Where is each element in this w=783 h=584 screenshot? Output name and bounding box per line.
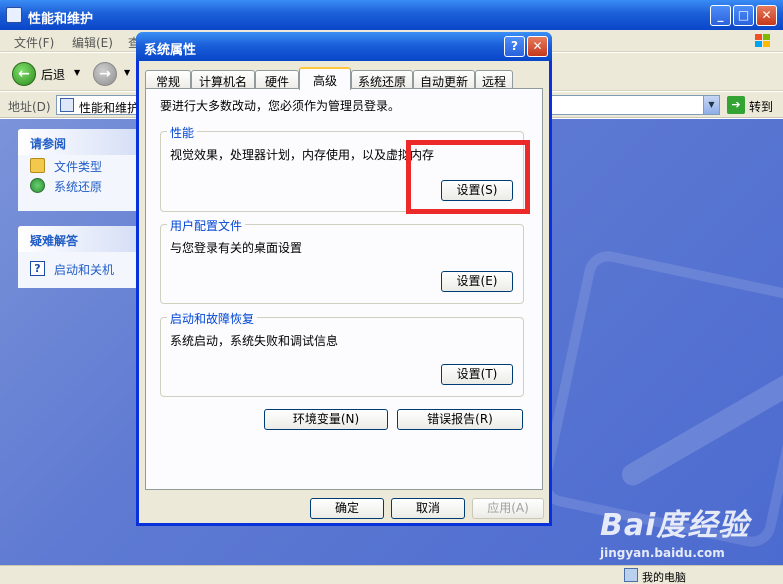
tab-general[interactable]: 常规 bbox=[145, 70, 191, 89]
status-bar: 我的电脑 bbox=[0, 565, 783, 584]
tab-remote[interactable]: 远程 bbox=[475, 70, 513, 89]
sidebar-item-label: 启动和关机 bbox=[54, 263, 115, 277]
ok-button[interactable]: 确定 bbox=[310, 498, 384, 519]
startup-recovery-settings-button[interactable]: 设置(T) bbox=[441, 364, 513, 385]
status-text: 我的电脑 bbox=[642, 571, 686, 584]
window-app-icon bbox=[6, 7, 22, 23]
windows-logo-icon bbox=[755, 34, 770, 47]
forward-arrow-icon[interactable]: → bbox=[93, 62, 117, 86]
tab-auto-update[interactable]: 自动更新 bbox=[413, 70, 475, 89]
address-label: 地址(D) bbox=[8, 100, 51, 114]
system-properties-dialog: 系统属性 ? ✕ 常规 计算机名 硬件 高级 系统还原 自动更新 远程 要进行大… bbox=[136, 32, 552, 526]
address-dropdown-icon[interactable]: ▼ bbox=[703, 96, 719, 114]
startup-recovery-group: 启动和故障恢复 系统启动，系统失败和调试信息 设置(T) bbox=[160, 310, 524, 397]
group-description: 视觉效果，处理器计划，内存使用，以及虚拟内存 bbox=[170, 148, 435, 162]
sidebar-item-startup-shutdown[interactable]: ? 启动和关机 bbox=[18, 258, 136, 278]
group-description: 与您登录有关的桌面设置 bbox=[170, 241, 303, 255]
group-label: 用户配置文件 bbox=[167, 217, 246, 234]
admin-note: 要进行大多数改动，您必须作为管理员登录。 bbox=[160, 99, 401, 113]
tab-computer-name[interactable]: 计算机名 bbox=[191, 70, 255, 89]
tab-system-restore[interactable]: 系统还原 bbox=[351, 70, 413, 89]
sidebar-item-file-types[interactable]: 文件类型 bbox=[18, 155, 136, 175]
computer-icon bbox=[624, 568, 638, 582]
watermark-url: jingyan.baidu.com bbox=[600, 546, 725, 560]
baidu-watermark: Bai度经验 jingyan.baidu.com bbox=[600, 500, 749, 560]
watermark-brand: Bai度经验 bbox=[600, 508, 750, 543]
dialog-titlebar: 系统属性 ? ✕ bbox=[136, 32, 552, 61]
error-reporting-button[interactable]: 错误报告(R) bbox=[397, 409, 523, 430]
window-titlebar: 性能和维护 _ □ ✕ bbox=[0, 0, 783, 30]
help-button[interactable]: ? bbox=[504, 36, 525, 57]
go-arrow-icon[interactable]: ➔ bbox=[727, 96, 745, 114]
dialog-title: 系统属性 bbox=[144, 43, 197, 58]
group-label: 启动和故障恢复 bbox=[167, 310, 258, 327]
sidebar-item-label: 文件类型 bbox=[54, 160, 103, 174]
menu-edit[interactable]: 编辑(E) bbox=[72, 34, 113, 51]
window-title: 性能和维护 bbox=[28, 12, 94, 27]
help-icon: ? bbox=[30, 261, 45, 276]
annotation-highlight-box bbox=[406, 140, 530, 214]
group-label: 性能 bbox=[167, 124, 198, 141]
address-value[interactable]: 性能和维护 bbox=[79, 99, 139, 116]
group-description: 系统启动，系统失败和调试信息 bbox=[170, 334, 339, 348]
sidebar-item-system-restore[interactable]: 系统还原 bbox=[18, 175, 136, 195]
apply-button[interactable]: 应用(A) bbox=[472, 498, 544, 519]
sidebar-item-label: 系统还原 bbox=[54, 180, 103, 194]
tab-advanced[interactable]: 高级 bbox=[299, 67, 351, 90]
restore-icon bbox=[30, 178, 45, 193]
maximize-button[interactable]: □ bbox=[733, 5, 754, 26]
address-folder-icon bbox=[60, 98, 74, 112]
menu-file[interactable]: 文件(F) bbox=[14, 34, 54, 51]
troubleshoot-header[interactable]: 疑难解答 bbox=[18, 226, 136, 252]
see-also-panel: 请参阅 文件类型 系统还原 bbox=[18, 129, 136, 211]
back-dropdown-icon[interactable]: ▼ bbox=[74, 68, 80, 77]
forward-dropdown-icon[interactable]: ▼ bbox=[124, 68, 130, 77]
user-profiles-settings-button[interactable]: 设置(E) bbox=[441, 271, 513, 292]
tab-hardware[interactable]: 硬件 bbox=[255, 70, 299, 89]
folder-icon bbox=[30, 158, 45, 173]
close-window-button[interactable]: ✕ bbox=[756, 5, 777, 26]
cancel-button[interactable]: 取消 bbox=[391, 498, 465, 519]
minimize-button[interactable]: _ bbox=[710, 5, 731, 26]
user-profiles-group: 用户配置文件 与您登录有关的桌面设置 设置(E) bbox=[160, 217, 524, 304]
back-button-label[interactable]: 后退 bbox=[41, 66, 65, 83]
back-arrow-icon[interactable]: ← bbox=[12, 62, 36, 86]
see-also-header[interactable]: 请参阅 bbox=[18, 129, 136, 155]
troubleshoot-panel: 疑难解答 ? 启动和关机 bbox=[18, 226, 136, 288]
close-dialog-button[interactable]: ✕ bbox=[527, 36, 548, 57]
go-button-label[interactable]: 转到 bbox=[749, 98, 773, 115]
environment-variables-button[interactable]: 环境变量(N) bbox=[264, 409, 388, 430]
